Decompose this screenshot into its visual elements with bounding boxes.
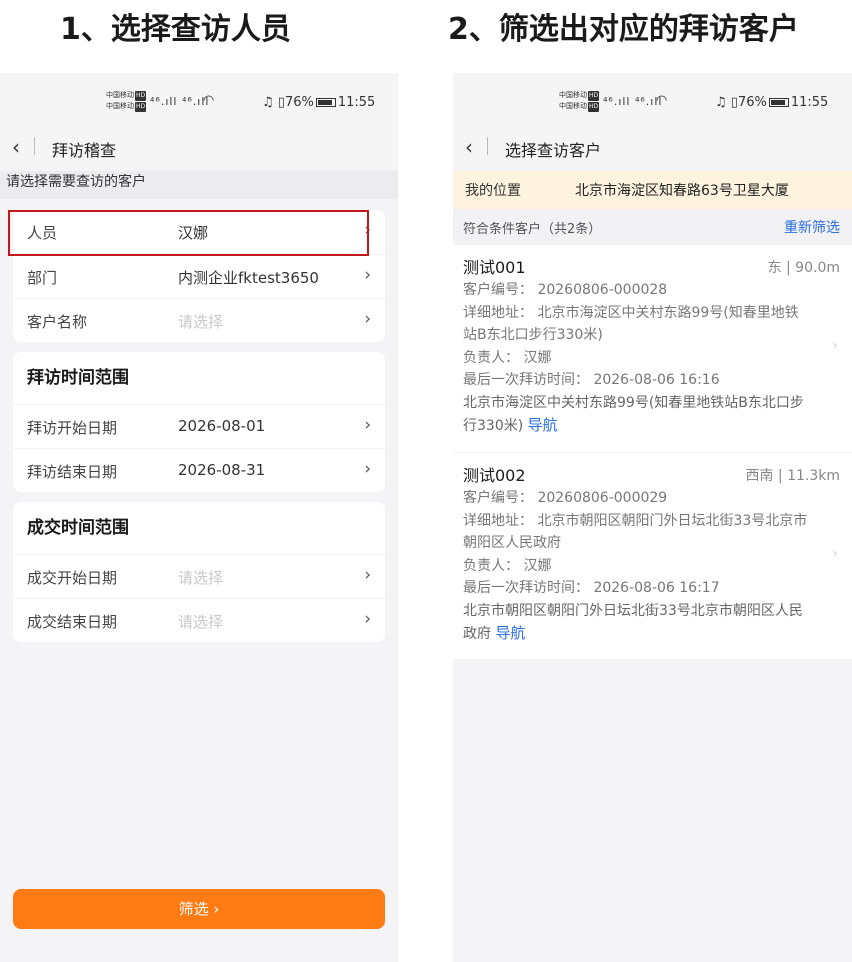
customer-address: 北京市海淀区中关村东路99号(知春里地铁 [537, 304, 799, 321]
customer-distance: 东 | 90.0m [767, 260, 840, 276]
phone-screen-left: 中国移动 HD 中国移动 HD ⁴⁶.ıll ⁴⁶.ıll ◠ ♫ ▯76% 11:5… [0, 73, 398, 962]
last-visit-time: 2026-08-06 16:16 [593, 372, 720, 388]
chevron-right-icon: › [364, 459, 371, 479]
customer-code: 20260806-000029 [537, 490, 668, 506]
filter-row-department[interactable]: 部门 内测企业fktest3650 › [13, 254, 385, 298]
filter-button[interactable]: 筛选 › [13, 889, 385, 929]
customer-owner: 汉娜 [523, 557, 552, 574]
chevron-right-icon: › [364, 609, 371, 629]
signal-icon: ⁴⁶.ıll ⁴⁶.ıll [150, 95, 210, 108]
filter-row-deal-start[interactable]: 成交开始日期 请选择 › [13, 554, 385, 598]
filter-row-visit-start[interactable]: 拜访开始日期 2026-08-01 › [13, 404, 385, 448]
visit-time-card: 拜访时间范围 拜访开始日期 2026-08-01 › 拜访结束日期 2026-0… [13, 352, 385, 492]
chevron-right-icon: › [832, 338, 838, 354]
hint-text: 请选择需要查访的客户 [0, 171, 398, 199]
page-title: 选择查访客户 [505, 141, 602, 160]
chevron-right-icon: › [364, 415, 371, 435]
wifi-icon: ◠ [203, 93, 215, 108]
customer-owner: 汉娜 [523, 349, 552, 366]
carrier-labels: 中国移动 HD 中国移动 HD [106, 91, 147, 112]
result-count: 符合条件客户（共2条） [463, 222, 602, 237]
signal-icon: ⁴⁶.ıll ⁴⁶.ıll [603, 95, 663, 108]
carrier-labels: 中国移动 HD 中国移动 HD [559, 91, 600, 112]
nav-divider [487, 137, 488, 155]
status-bar: 中国移动 HD 中国移动 HD ⁴⁶.ıll ⁴⁶.ıll ◠ ♫ ▯76% 11:5… [453, 73, 852, 129]
status-bar: 中国移动 HD 中国移动 HD ⁴⁶.ıll ⁴⁶.ıll ◠ ♫ ▯76% 11:5… [0, 73, 398, 129]
chevron-right-icon: › [364, 309, 371, 329]
nav-divider [34, 137, 35, 155]
battery-icon [315, 98, 336, 107]
nav-bar: ‹ 选择查访客户 [453, 129, 852, 169]
my-location-bar: 我的位置 北京市海淀区知春路63号卫星大厦 [453, 171, 852, 209]
chevron-right-icon: › [364, 265, 371, 285]
page-title: 拜访稽查 [52, 141, 117, 160]
refilter-link[interactable]: 重新筛选 [784, 217, 840, 237]
filter-row-visit-end[interactable]: 拜访结束日期 2026-08-31 › [13, 448, 385, 492]
highlight-annotation [8, 210, 369, 256]
status-right-group: ♫ ▯76% 11:55 [715, 95, 829, 110]
vibrate-icon: ▯ [277, 95, 285, 110]
customer-card[interactable]: 测试001 东 | 90.0m 客户编号： 20260806-000028 详细… [453, 245, 852, 452]
vibrate-icon: ▯ [730, 95, 738, 110]
navigate-link[interactable]: 导航 [528, 416, 558, 434]
location-value: 北京市海淀区知春路63号卫星大厦 [575, 183, 789, 199]
customer-distance: 西南 | 11.3km [745, 468, 840, 484]
filter-row-deal-end[interactable]: 成交结束日期 请选择 › [13, 598, 385, 642]
chevron-right-icon: › [364, 565, 371, 585]
location-label: 我的位置 [465, 183, 521, 199]
deal-time-card: 成交时间范围 成交开始日期 请选择 › 成交结束日期 请选择 › [13, 502, 385, 642]
result-summary-bar: 符合条件客户（共2条） 重新筛选 [453, 209, 852, 245]
customer-address: 北京市朝阳区朝阳门外日坛北街33号北京市 [537, 512, 808, 529]
headset-icon: ♫ [262, 95, 274, 110]
section-heading: 成交时间范围 [27, 518, 129, 538]
customer-card[interactable]: 测试002 西南 | 11.3km 客户编号： 20260806-000029 … [453, 453, 852, 659]
step2-title: 2、筛选出对应的拜访客户 [448, 12, 799, 47]
chevron-right-icon: › [832, 546, 838, 562]
status-right-group: ♫ ▯76% 11:55 [262, 95, 376, 110]
navigate-link[interactable]: 导航 [495, 624, 525, 642]
phone-screen-right: 中国移动 HD 中国移动 HD ⁴⁶.ıll ⁴⁶.ıll ◠ ♫ ▯76% 11:5… [453, 73, 852, 962]
back-arrow-icon[interactable]: ‹ [12, 135, 20, 159]
customer-code: 20260806-000028 [537, 282, 668, 298]
nav-bar: ‹ 拜访稽查 [0, 129, 398, 169]
wifi-icon: ◠ [656, 93, 668, 108]
section-heading: 拜访时间范围 [27, 368, 129, 388]
step1-title: 1、选择查访人员 [60, 12, 291, 47]
last-visit-time: 2026-08-06 16:17 [593, 580, 720, 596]
battery-icon [768, 98, 789, 107]
back-arrow-icon[interactable]: ‹ [465, 135, 473, 159]
headset-icon: ♫ [715, 95, 727, 110]
filter-row-customer-name[interactable]: 客户名称 请选择 › [13, 298, 385, 342]
